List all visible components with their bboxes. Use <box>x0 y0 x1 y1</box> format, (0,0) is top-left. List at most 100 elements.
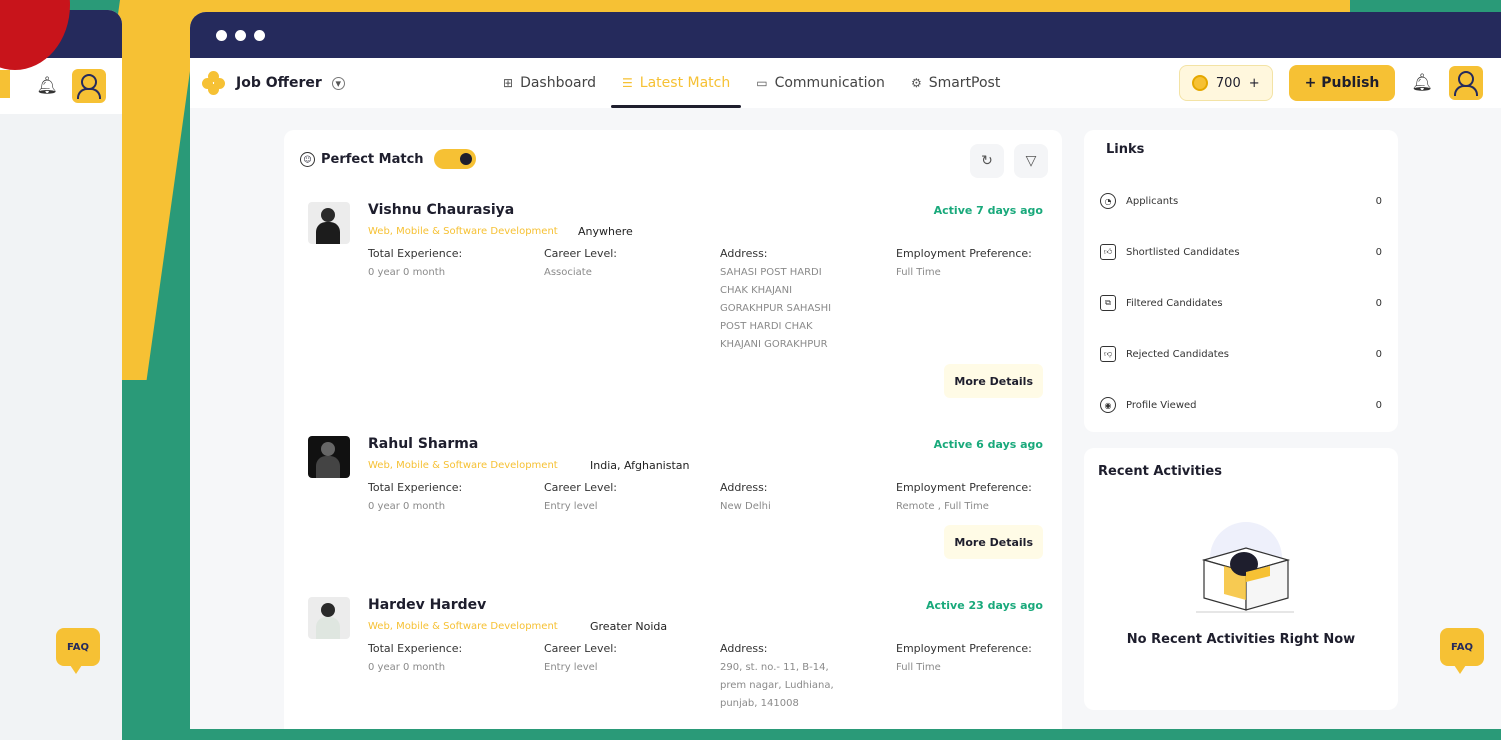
experience-label: Total Experience: <box>368 247 463 260</box>
link-filtered[interactable]: ⧉ Filtered Candidates 0 <box>1100 291 1382 315</box>
address-value: 290, st. no.- 11, B-14, prem nagar, Ludh… <box>720 662 834 709</box>
candidate-active-status: Active 6 days ago <box>933 438 1043 451</box>
employment-label: Employment Preference: <box>896 481 1032 494</box>
experience-label: Total Experience: <box>368 642 463 655</box>
career-level-label: Career Level: <box>544 247 617 260</box>
app-header: Job Offerer ▾ ⊞ Dashboard ☰ Latest Match… <box>190 58 1501 108</box>
candidate-role: Web, Mobile & Software Development <box>368 226 558 237</box>
experience-value: 0 year 0 month <box>368 267 446 278</box>
employment-value: Remote , Full Time <box>896 501 989 512</box>
window-dot[interactable] <box>254 29 265 41</box>
link-count: 0 <box>1375 195 1382 207</box>
profile-viewed-icon: ◉ <box>1100 397 1116 413</box>
window-titlebar <box>190 12 1501 58</box>
candidate-role: Web, Mobile & Software Development <box>368 621 558 632</box>
user-avatar[interactable] <box>72 69 106 103</box>
perfect-match-label: Perfect Match <box>321 151 424 167</box>
links-panel: Links ◔ Applicants 0 👍︎ Shortlisted Cand… <box>1084 130 1398 432</box>
address-label: Address: <box>720 642 768 655</box>
link-count: 0 <box>1375 399 1382 411</box>
candidate-name[interactable]: Hardev Hardev <box>368 597 486 613</box>
thumbs-up-icon: 👍︎ <box>1100 244 1116 260</box>
employment-value: Full Time <box>896 267 941 278</box>
refresh-icon: ↻ <box>981 153 993 169</box>
recent-activities-title: Recent Activities <box>1098 464 1222 479</box>
candidate-card: Rahul Sharma Active 6 days ago Web, Mobi… <box>308 436 1043 576</box>
user-avatar[interactable] <box>1449 66 1483 100</box>
window-dot[interactable] <box>235 29 246 41</box>
refresh-button[interactable]: ↻ <box>970 144 1004 178</box>
bell-icon[interactable]: 🔔︎ <box>36 76 58 96</box>
experience-value: 0 year 0 month <box>368 501 446 512</box>
candidate-active-status: Active 7 days ago <box>933 204 1043 217</box>
applicants-icon: ◔ <box>1100 193 1116 209</box>
links-title: Links <box>1106 142 1145 157</box>
faq-button[interactable]: FAQ <box>56 628 100 674</box>
link-count: 0 <box>1375 297 1382 309</box>
perfect-match-icon: ☺ <box>300 151 315 167</box>
match-icon: ☰ <box>622 76 633 90</box>
candidate-photo <box>308 597 350 639</box>
candidate-location: Greater Noida <box>590 620 668 633</box>
add-coins-button[interactable]: + <box>1249 76 1260 91</box>
employment-value: Full Time <box>896 662 941 673</box>
coin-balance[interactable]: 700 + <box>1178 65 1273 101</box>
dashboard-icon: ⊞ <box>503 76 514 90</box>
thumbs-down-icon: 👎︎ <box>1100 346 1116 362</box>
career-level-value: Entry level <box>544 501 598 512</box>
background-shape <box>0 70 10 98</box>
candidate-card: Hardev Hardev Active 23 days ago Web, Mo… <box>308 597 1043 727</box>
main-window: Job Offerer ▾ ⊞ Dashboard ☰ Latest Match… <box>190 12 1501 729</box>
header-actions: 700 + + Publish 🔔︎ <box>1178 58 1483 108</box>
candidate-card: Vishnu Chaurasiya Active 7 days ago Web,… <box>308 202 1043 412</box>
link-count: 0 <box>1375 348 1382 360</box>
brand-name: Job Offerer <box>236 75 322 91</box>
bell-icon[interactable]: 🔔︎ <box>1411 73 1433 93</box>
filter-icon: ▽ <box>1025 153 1037 169</box>
window-dot[interactable] <box>216 29 227 41</box>
more-details-button[interactable]: More Details <box>944 525 1043 559</box>
candidate-active-status: Active 23 days ago <box>925 599 1043 612</box>
nav-smartpost[interactable]: ⚙ SmartPost <box>900 58 1011 108</box>
perfect-match-toggle[interactable] <box>433 149 476 169</box>
smartpost-icon: ⚙ <box>910 76 922 90</box>
recent-activities-panel: Recent Activities No Recent Activities R… <box>1084 448 1398 710</box>
link-profile-viewed[interactable]: ◉ Profile Viewed 0 <box>1100 393 1382 417</box>
chat-icon: ▭ <box>756 76 768 90</box>
address-value: New Delhi <box>720 501 771 512</box>
employment-label: Employment Preference: <box>896 642 1032 655</box>
more-details-button[interactable]: More Details <box>944 364 1043 398</box>
faq-button[interactable]: FAQ <box>1440 628 1484 674</box>
nav-dashboard[interactable]: ⊞ Dashboard <box>492 58 607 108</box>
link-rejected[interactable]: 👎︎ Rejected Candidates 0 <box>1100 342 1382 366</box>
matches-header: ☺ Perfect Match ↻ ▽ <box>284 130 1062 188</box>
address-value: SAHASI POST HARDI CHAK KHAJANI GORAKHPUR… <box>720 267 832 350</box>
logo-icon <box>202 71 226 95</box>
publish-button[interactable]: + Publish <box>1288 65 1396 101</box>
candidate-name[interactable]: Vishnu Chaurasiya <box>368 202 514 218</box>
link-shortlisted[interactable]: 👍︎ Shortlisted Candidates 0 <box>1100 240 1382 264</box>
coin-icon <box>1191 75 1208 91</box>
career-level-label: Career Level: <box>544 481 617 494</box>
matches-panel: ☺ Perfect Match ↻ ▽ Vishnu Chaurasiya Ac… <box>284 130 1062 729</box>
filtered-icon: ⧉ <box>1100 295 1116 311</box>
candidate-location: India, Afghanistan <box>590 459 690 472</box>
employment-label: Employment Preference: <box>896 247 1032 260</box>
nav-latest-match[interactable]: ☰ Latest Match <box>611 58 742 108</box>
candidate-location: Anywhere <box>578 225 633 238</box>
link-applicants[interactable]: ◔ Applicants 0 <box>1100 189 1382 213</box>
coin-count: 700 <box>1215 75 1241 91</box>
main-nav: ⊞ Dashboard ☰ Latest Match ▭ Communicati… <box>492 58 1011 108</box>
filter-button[interactable]: ▽ <box>1014 144 1048 178</box>
matches-tools: ↻ ▽ <box>970 144 1048 178</box>
empty-state-text: No Recent Activities Right Now <box>1126 632 1356 647</box>
chevron-down-icon[interactable]: ▾ <box>331 76 345 90</box>
candidate-photo <box>308 436 350 478</box>
career-level-label: Career Level: <box>544 642 617 655</box>
career-level-value: Entry level <box>544 662 598 673</box>
brand[interactable]: Job Offerer ▾ <box>202 71 492 95</box>
candidate-name[interactable]: Rahul Sharma <box>368 436 478 452</box>
nav-communication[interactable]: ▭ Communication <box>745 58 896 108</box>
candidate-role: Web, Mobile & Software Development <box>368 460 558 471</box>
candidate-photo <box>308 202 350 244</box>
